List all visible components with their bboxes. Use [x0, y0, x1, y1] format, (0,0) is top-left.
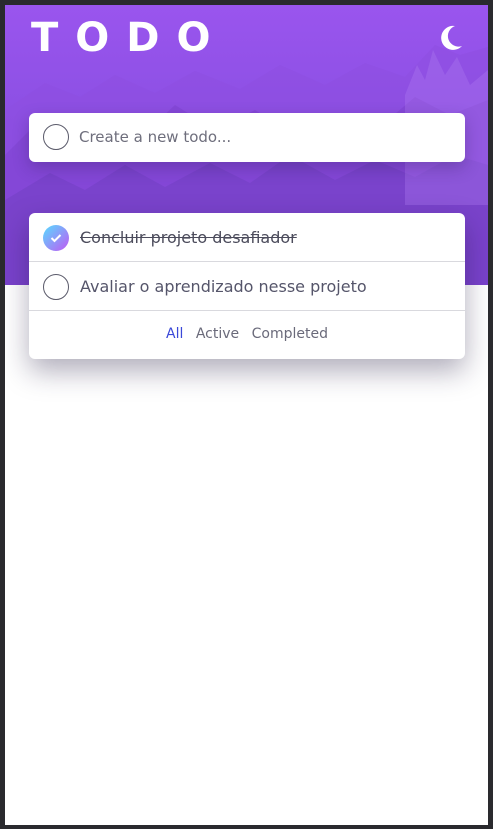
theme-toggle-button[interactable]: [435, 23, 465, 53]
todo-checkbox-checked[interactable]: [43, 225, 69, 251]
todo-list: Concluir projeto desafiador Avaliar o ap…: [29, 213, 465, 359]
filter-active-button[interactable]: Active: [196, 326, 239, 342]
todo-checkbox[interactable]: [43, 274, 69, 300]
todo-text: Concluir projeto desafiador: [80, 228, 297, 247]
check-icon: [50, 234, 62, 243]
new-todo-card: [29, 113, 465, 162]
filter-all-button[interactable]: All: [166, 326, 183, 342]
app-window: TODO Concluir projeto desafiador Avaliar…: [5, 5, 488, 825]
app-title: TODO: [31, 15, 228, 61]
new-todo-input[interactable]: [79, 123, 449, 151]
new-todo-checkbox[interactable]: [43, 124, 69, 150]
todo-item[interactable]: Concluir projeto desafiador: [29, 213, 465, 262]
todo-text: Avaliar o aprendizado nesse projeto: [80, 277, 367, 296]
filter-completed-button[interactable]: Completed: [252, 326, 328, 342]
filter-bar: All Active Completed: [29, 312, 465, 359]
moon-icon: [441, 25, 462, 50]
todo-item[interactable]: Avaliar o aprendizado nesse projeto: [29, 262, 465, 311]
